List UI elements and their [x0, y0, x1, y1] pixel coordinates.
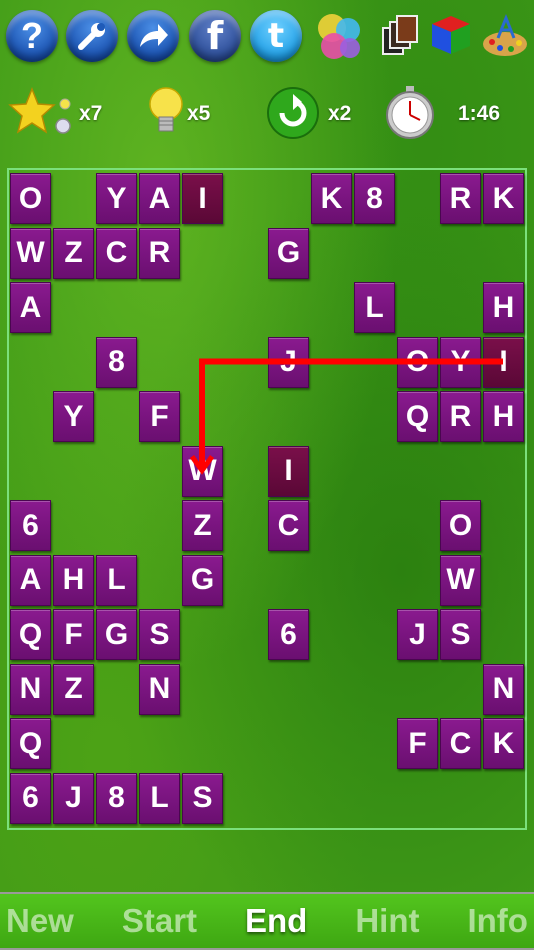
tile[interactable]: J: [268, 336, 309, 388]
tile[interactable]: G: [96, 609, 137, 660]
tile[interactable]: R: [139, 227, 180, 279]
cards-icon[interactable]: [377, 10, 429, 62]
menu-info-button[interactable]: Info: [467, 902, 527, 940]
tile[interactable]: F: [139, 391, 180, 442]
tile[interactable]: J: [397, 609, 438, 660]
tile[interactable]: C: [96, 227, 137, 279]
menu-hint-button[interactable]: Hint: [355, 902, 419, 940]
tile[interactable]: O: [10, 173, 51, 224]
twitter-glyph: t: [267, 16, 285, 56]
shuffle-icon[interactable]: [266, 86, 320, 140]
wrench-icon[interactable]: [66, 10, 118, 62]
tile[interactable]: 6: [10, 500, 51, 551]
tile[interactable]: K: [311, 173, 352, 224]
tile[interactable]: F: [397, 718, 438, 769]
tile[interactable]: G: [182, 554, 223, 606]
tile[interactable]: R: [440, 391, 481, 442]
lightbulb-icon[interactable]: [146, 84, 190, 142]
tile[interactable]: Y: [440, 336, 481, 388]
tile-selected[interactable]: I: [268, 445, 309, 497]
tile[interactable]: G: [268, 227, 309, 279]
top-toolbar: ? f t: [0, 10, 534, 66]
menu-new-button[interactable]: New: [6, 902, 74, 940]
help-icon[interactable]: ?: [6, 10, 58, 62]
twitter-icon[interactable]: t: [250, 10, 302, 62]
tile[interactable]: H: [53, 554, 94, 606]
tile[interactable]: L: [96, 554, 137, 606]
tile[interactable]: 6: [10, 772, 51, 824]
tile[interactable]: S: [139, 609, 180, 660]
tile[interactable]: Q: [397, 391, 438, 442]
facebook-glyph: f: [206, 14, 224, 58]
tile[interactable]: C: [440, 718, 481, 769]
tile[interactable]: W: [10, 227, 51, 279]
tile[interactable]: K: [483, 718, 524, 769]
shuffles-count: x2: [328, 102, 352, 125]
tile[interactable]: F: [53, 609, 94, 660]
tile[interactable]: A: [10, 282, 51, 333]
share-arrow-glyph: [140, 24, 168, 47]
tile[interactable]: A: [10, 554, 51, 606]
menu-end-button[interactable]: End: [245, 902, 307, 940]
tile[interactable]: O: [397, 336, 438, 388]
tile[interactable]: Q: [10, 718, 51, 769]
tile[interactable]: Z: [53, 227, 94, 279]
star-icon: [8, 86, 74, 142]
cube-icon[interactable]: [428, 10, 480, 62]
stars-count: x7: [79, 102, 103, 125]
tile[interactable]: N: [139, 663, 180, 715]
tile[interactable]: C: [268, 500, 309, 551]
tile-selected[interactable]: I: [182, 173, 223, 224]
tile[interactable]: W: [182, 445, 223, 497]
game-center-icon[interactable]: [312, 10, 364, 62]
menu-start-button[interactable]: Start: [122, 902, 197, 940]
tile[interactable]: Y: [53, 391, 94, 442]
tile[interactable]: H: [483, 391, 524, 442]
palette-icon[interactable]: [480, 10, 532, 62]
stopwatch-icon: [382, 84, 438, 140]
help-glyph: ?: [21, 15, 43, 56]
tile[interactable]: 8: [96, 772, 137, 824]
tile[interactable]: L: [139, 772, 180, 824]
tile[interactable]: S: [182, 772, 223, 824]
tile[interactable]: H: [483, 282, 524, 333]
tile[interactable]: R: [440, 173, 481, 224]
tile[interactable]: W: [440, 554, 481, 606]
tile[interactable]: N: [10, 663, 51, 715]
tile[interactable]: K: [483, 173, 524, 224]
share-arrow-icon[interactable]: [127, 10, 179, 62]
tile[interactable]: A: [139, 173, 180, 224]
tile[interactable]: Q: [10, 609, 51, 660]
tile[interactable]: Z: [182, 500, 223, 551]
tile[interactable]: 6: [268, 609, 309, 660]
status-bar: x7 x5 x2 1:46: [0, 82, 534, 142]
tile[interactable]: O: [440, 500, 481, 551]
tile[interactable]: 8: [96, 336, 137, 388]
wrench-glyph: [78, 23, 105, 50]
facebook-icon[interactable]: f: [189, 10, 241, 62]
tile[interactable]: Z: [53, 663, 94, 715]
tile[interactable]: N: [483, 663, 524, 715]
tile-selected[interactable]: I: [483, 336, 524, 388]
bottom-menu: New Start End Hint Info: [0, 892, 534, 950]
tile[interactable]: S: [440, 609, 481, 660]
tile[interactable]: 8: [354, 173, 395, 224]
tile[interactable]: Y: [96, 173, 137, 224]
hints-count: x5: [187, 102, 211, 125]
tile[interactable]: L: [354, 282, 395, 333]
timer: 1:46: [458, 102, 501, 125]
tile[interactable]: J: [53, 772, 94, 824]
